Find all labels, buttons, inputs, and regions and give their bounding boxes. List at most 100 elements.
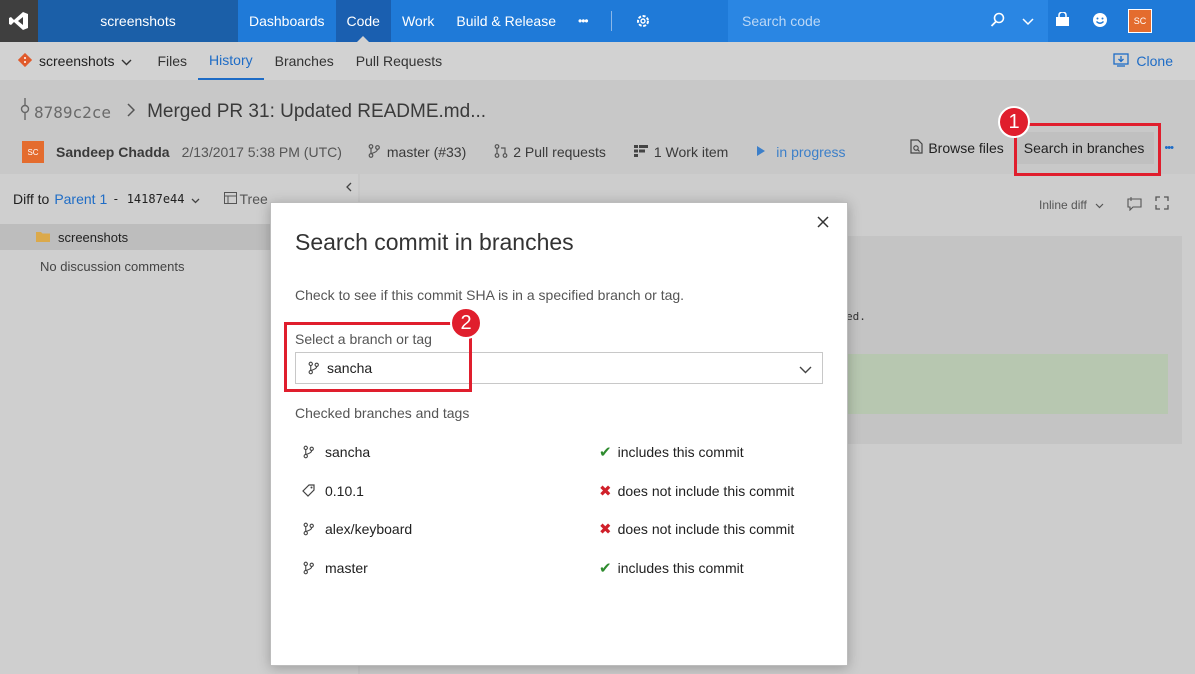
dialog-title: Search commit in branches — [295, 229, 574, 255]
checked-branches-list: sancha ✔ includes this commit 0.10.1 ✖ d… — [301, 433, 821, 587]
search-input[interactable] — [728, 13, 978, 29]
vs-logo-icon[interactable] — [0, 0, 38, 42]
search-icon[interactable] — [990, 12, 1006, 31]
clone-label: Clone — [1136, 53, 1173, 69]
build-status[interactable]: in progress — [756, 144, 846, 160]
author-name[interactable]: Sandeep Chadda — [56, 144, 170, 160]
inline-diff-chevron-icon — [1095, 198, 1104, 212]
tab-files[interactable]: Files — [146, 42, 198, 80]
status-text: does not include this commit — [617, 521, 795, 538]
dialog-description: Check to see if this commit SHA is in a … — [295, 287, 685, 303]
breadcrumb-chevron-icon — [127, 101, 136, 123]
list-item: master ✔ includes this commit — [301, 549, 821, 588]
branch-name: alex/keyboard — [325, 521, 413, 538]
commit-title-row: 8789c2ce Merged PR 31: Updated README.md… — [20, 98, 486, 126]
commit-icon — [20, 98, 30, 126]
check-icon: ✔ — [599, 559, 612, 577]
nav-separator — [610, 11, 612, 31]
repo-subnav: screenshots Files History Branches Pull … — [0, 42, 1195, 80]
commit-status: ✔ includes this commit — [599, 559, 744, 577]
search-box — [728, 0, 1048, 42]
branch-name: master (#33) — [386, 144, 467, 160]
commit-status: ✖ does not include this commit — [599, 520, 794, 538]
annotation-badge-2: 2 — [450, 307, 482, 339]
tab-pull-requests[interactable]: Pull Requests — [345, 42, 453, 80]
feedback-smiley-icon[interactable] — [1092, 12, 1108, 31]
list-item: alex/keyboard ✖ does not include this co… — [301, 510, 821, 549]
collapse-panel-icon[interactable] — [345, 180, 352, 195]
nav-build-release[interactable]: Build & Release — [445, 0, 567, 42]
clone-button[interactable]: Clone — [1113, 42, 1173, 80]
inline-diff-dropdown[interactable]: Inline diff — [1039, 198, 1104, 212]
commit-status: ✖ does not include this commit — [599, 482, 794, 500]
clone-icon — [1113, 52, 1130, 70]
inline-diff-label: Inline diff — [1039, 198, 1087, 212]
commit-sha[interactable]: 8789c2ce — [34, 103, 111, 122]
status-text: includes this commit — [617, 444, 744, 461]
browse-files-label: Browse files — [928, 140, 1004, 156]
parent-sha[interactable]: - 14187e44 — [112, 192, 184, 206]
repo-name: screenshots — [39, 53, 115, 69]
git-repo-icon — [17, 52, 33, 70]
more-actions-button[interactable]: ••• — [1164, 142, 1174, 154]
tag-name: 0.10.1 — [325, 482, 364, 499]
check-icon: ✔ — [599, 444, 612, 462]
checked-branches-label: Checked branches and tags — [295, 405, 470, 421]
pull-requests-count: 2 Pull requests — [513, 144, 606, 160]
select-chevron-down-icon[interactable] — [799, 361, 812, 377]
tag-icon — [301, 484, 315, 498]
settings-gear-icon[interactable] — [624, 0, 662, 42]
nav-more-button[interactable]: ••• — [567, 0, 599, 42]
search-commit-dialog: Search commit in branches Check to see i… — [270, 202, 848, 666]
project-name[interactable]: screenshots — [38, 0, 238, 42]
main-nav: Dashboards Code Work Build & Release ••• — [238, 0, 662, 42]
folder-icon — [36, 230, 50, 245]
commit-date: 2/13/2017 5:38 PM (UTC) — [181, 144, 342, 160]
branch-name: master — [325, 559, 368, 576]
commit-status: ✔ includes this commit — [599, 443, 744, 461]
user-avatar[interactable]: SC — [1128, 9, 1152, 33]
top-right-icons: SC — [1055, 0, 1195, 42]
branch-name: sancha — [325, 444, 371, 461]
diff-to-label: Diff to — [13, 191, 50, 207]
browse-files-button[interactable]: Browse files — [910, 139, 1004, 157]
branch-link[interactable]: master (#33) — [368, 143, 467, 161]
folder-name: screenshots — [58, 229, 129, 245]
cross-icon: ✖ — [599, 482, 612, 500]
annotation-box-1 — [1014, 123, 1161, 176]
tree-label: Tree — [239, 191, 268, 207]
list-item: sancha ✔ includes this commit — [301, 433, 821, 472]
tree-view-button[interactable]: Tree — [223, 191, 268, 207]
status-text: does not include this commit — [617, 482, 795, 499]
list-item: 0.10.1 ✖ does not include this commit — [301, 472, 821, 511]
add-comment-icon[interactable] — [1127, 196, 1142, 214]
branch-icon — [301, 561, 315, 575]
tree-icon — [223, 191, 237, 207]
repo-selector[interactable]: screenshots — [0, 52, 132, 70]
fullscreen-icon[interactable] — [1155, 196, 1169, 213]
close-icon[interactable] — [817, 211, 829, 234]
commit-message: Merged PR 31: Updated README.md... — [147, 101, 487, 122]
tab-history[interactable]: History — [198, 42, 264, 80]
branch-icon — [301, 522, 315, 536]
nav-dashboards[interactable]: Dashboards — [238, 0, 336, 42]
top-bar: screenshots Dashboards Code Work Build &… — [0, 0, 1195, 42]
cross-icon: ✖ — [599, 521, 612, 539]
nav-work[interactable]: Work — [391, 0, 445, 42]
marketplace-bag-icon[interactable] — [1055, 11, 1070, 30]
tab-branches[interactable]: Branches — [264, 42, 345, 80]
parent-link[interactable]: Parent 1 — [54, 191, 107, 207]
status-text: includes this commit — [617, 559, 744, 576]
added-lines-highlight — [848, 354, 1168, 414]
branch-icon — [368, 143, 380, 161]
play-icon — [756, 144, 766, 160]
pull-request-icon — [494, 143, 508, 161]
pull-requests-link[interactable]: 2 Pull requests — [494, 143, 606, 161]
parent-chevron-down-icon[interactable] — [191, 191, 200, 207]
commit-meta: SC Sandeep Chadda 2/13/2017 5:38 PM (UTC… — [22, 138, 874, 166]
nav-code[interactable]: Code — [335, 0, 391, 42]
annotation-box-2 — [284, 322, 472, 392]
repo-chevron-down-icon — [121, 53, 132, 69]
search-chevron-down-icon[interactable] — [1022, 14, 1034, 29]
work-items-link[interactable]: 1 Work item — [633, 144, 728, 160]
